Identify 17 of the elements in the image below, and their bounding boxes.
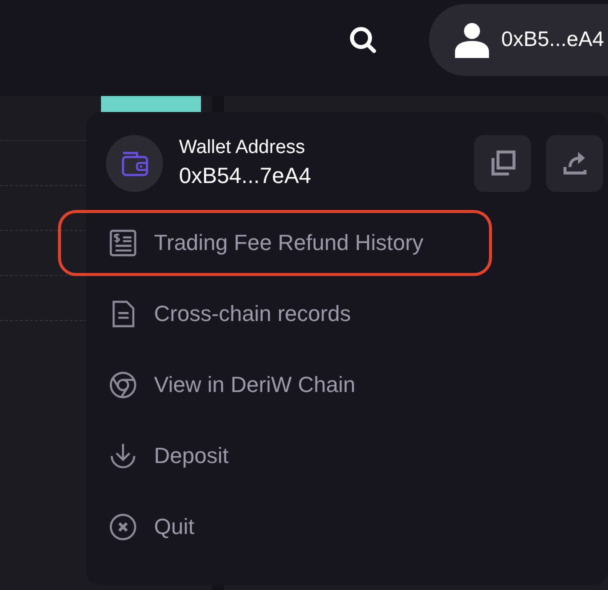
share-icon	[560, 149, 588, 177]
wallet-address-label: Wallet Address	[179, 137, 306, 159]
menu-item[interactable]: Deposit	[106, 428, 229, 484]
download-icon	[108, 441, 138, 471]
user-icon	[453, 22, 492, 58]
share-button[interactable]	[546, 134, 603, 192]
copy-button[interactable]	[474, 134, 531, 192]
receipt-icon	[108, 228, 138, 258]
menu-item[interactable]: Cross-chain records	[106, 286, 351, 342]
menu-item[interactable]: View in DeriW Chain	[106, 357, 356, 413]
menu-item[interactable]: Trading Fee Refund History	[106, 215, 424, 271]
chrome-icon	[108, 370, 138, 400]
wallet-address: 0xB54...7eA4	[179, 163, 312, 189]
account-button[interactable]: 0xB5...eA4	[429, 4, 608, 76]
menu-item[interactable]: Quit	[106, 499, 194, 555]
copy-icon	[488, 149, 516, 177]
close-icon	[108, 512, 138, 542]
